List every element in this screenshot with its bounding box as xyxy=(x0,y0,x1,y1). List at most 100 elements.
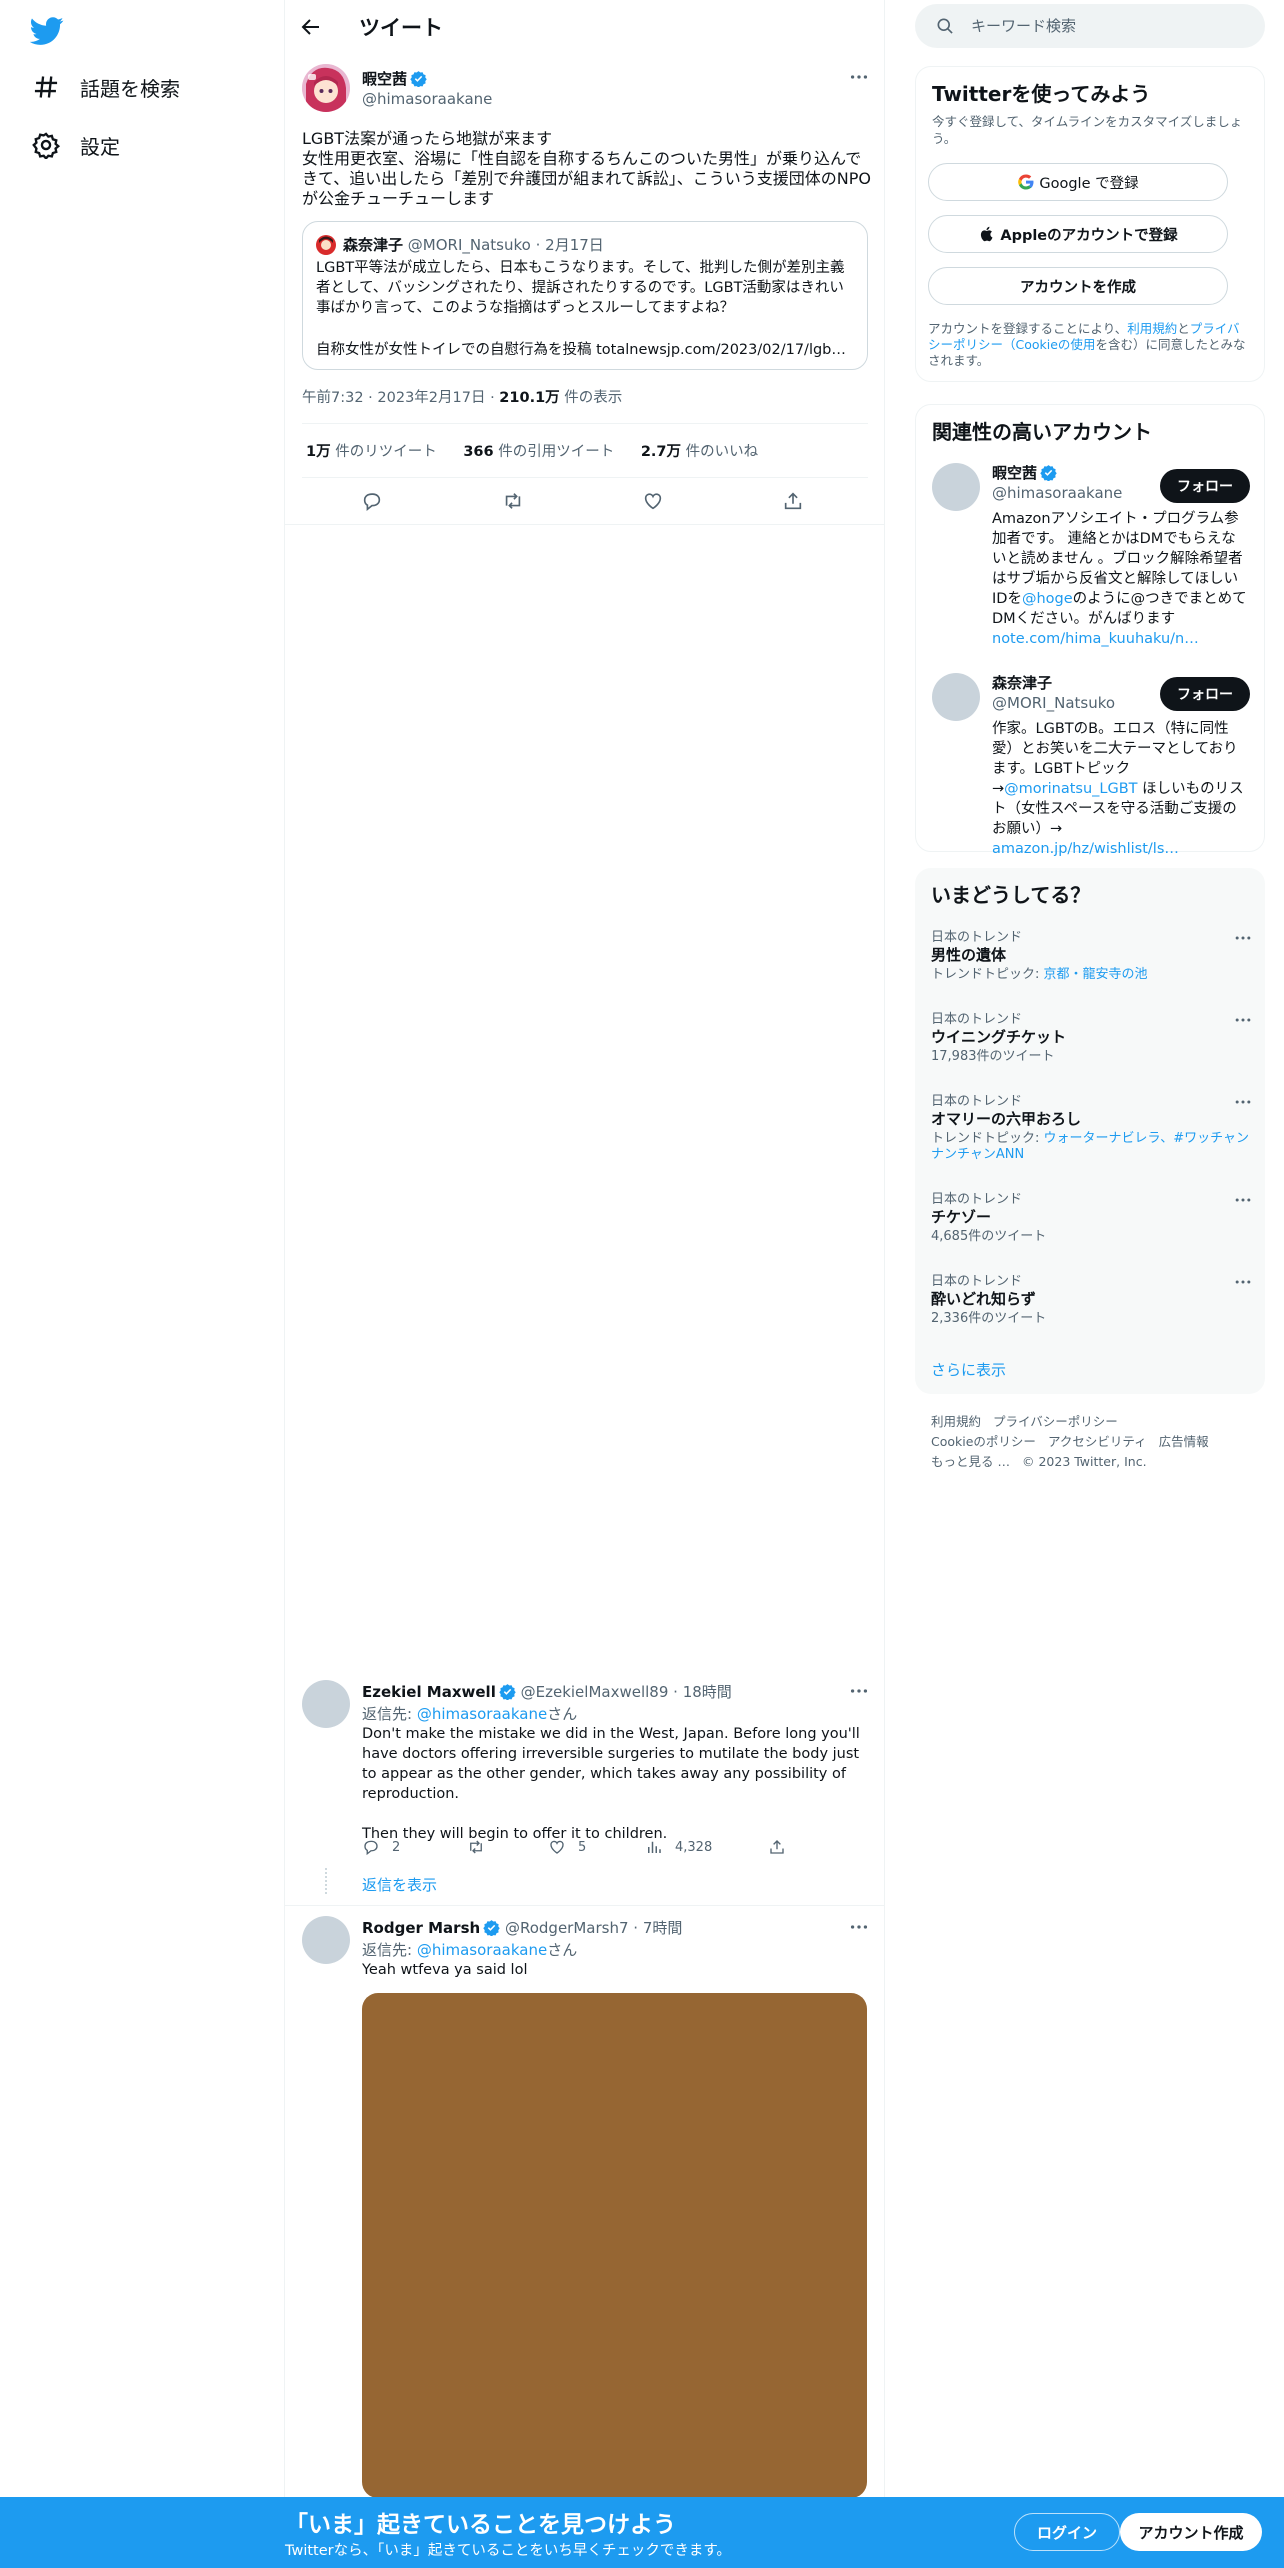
reply-reply-button[interactable]: 2 xyxy=(362,1838,400,1856)
reply-to-handle[interactable]: @himasoraakane xyxy=(417,1705,547,1723)
like-count[interactable]: 2.7万 件のいいね xyxy=(641,444,758,460)
reply-author-name[interactable]: Rodger Marsh xyxy=(362,1919,480,1937)
related-accounts-panel: 関連性の高いアカウント 暇空茜 @himasoraakane フォロー Amaz… xyxy=(915,404,1265,857)
follow-button[interactable]: フォロー xyxy=(1160,469,1250,503)
divider xyxy=(302,477,868,478)
more-icon[interactable] xyxy=(1233,1092,1253,1112)
gear-icon xyxy=(32,131,60,159)
reply-author-handle[interactable]: @RodgerMarsh7 xyxy=(505,1919,629,1937)
apple-signup-label: Appleのアカウントで登録 xyxy=(1000,227,1178,244)
trend-name[interactable]: 酔いどれ知らず xyxy=(931,1288,1036,1309)
reply-time[interactable]: 18時間 xyxy=(683,1683,732,1701)
footer-more-link[interactable]: もっと見る … xyxy=(931,1454,1010,1469)
reply-like-button[interactable]: 5 xyxy=(548,1838,586,1856)
related-handle[interactable]: @himasoraakane xyxy=(992,484,1122,502)
related-name[interactable]: 森奈津子 xyxy=(992,672,1052,693)
author-avatar[interactable] xyxy=(302,64,350,112)
signup-terms: アカウントを登録することにより、利用規約とプライバシーポリシー（Cookieの使… xyxy=(928,321,1246,368)
more-icon[interactable] xyxy=(1233,1272,1253,1292)
related-handle[interactable]: @MORI_Natsuko xyxy=(992,694,1115,712)
share-icon[interactable] xyxy=(782,490,804,512)
reply-retweet-button[interactable] xyxy=(467,1838,497,1856)
trend-subtitle: トレンドトピック: ウォーターナビレラ、#ワッチャンナンチャンANN xyxy=(931,1131,1250,1162)
apple-signup-button[interactable]: Appleのアカウントで登録 xyxy=(928,215,1228,253)
show-more-trends-link[interactable]: さらに表示 xyxy=(931,1359,1006,1380)
like-icon[interactable] xyxy=(642,490,664,512)
reply-to-handle[interactable]: @himasoraakane xyxy=(417,1941,547,1959)
trend-subtitle: トレンドトピック: 京都・龍安寺の池 xyxy=(931,967,1148,982)
quote-date: 2月17日 xyxy=(545,236,604,254)
signup-button[interactable]: アカウント作成 xyxy=(1120,2513,1262,2551)
quote-avatar xyxy=(316,235,336,255)
more-icon[interactable] xyxy=(848,1680,870,1702)
more-icon[interactable] xyxy=(848,1916,870,1938)
google-signup-button[interactable]: Google で登録 xyxy=(928,163,1228,201)
bio-mention-link[interactable]: @hoge xyxy=(1022,591,1073,607)
bio-url-link[interactable]: amazon.jp/hz/wishlist/ls… xyxy=(992,841,1179,857)
footer-terms-link[interactable]: 利用規約 xyxy=(931,1414,981,1429)
footer-ads-link[interactable]: 広告情報 xyxy=(1159,1434,1209,1449)
terms-link[interactable]: 利用規約 xyxy=(1127,321,1177,336)
related-avatar[interactable] xyxy=(932,673,980,721)
reply-share-button[interactable] xyxy=(768,1838,798,1856)
trend-category: 日本のトレンド xyxy=(931,1094,1023,1109)
quoted-tweet[interactable]: 森奈津子 @MORI_Natsuko · 2月17日 LGBT平等法が成立したら… xyxy=(302,221,868,370)
nav-settings[interactable]: 設定 xyxy=(32,125,120,165)
author-name[interactable]: 暇空茜 xyxy=(362,68,427,89)
more-icon[interactable] xyxy=(1233,928,1253,948)
footer-copyright: © 2023 Twitter, Inc. xyxy=(1021,1454,1147,1469)
bottom-bar-subtitle: Twitterなら、「いま」起きていることをいち早くチェックできます。 xyxy=(285,2543,731,2559)
quote-text: LGBT平等法が成立したら、日本もこうなります。そして、批判した側が差別主義者と… xyxy=(316,260,845,316)
reply-author-handle[interactable]: @EzekielMaxwell89 xyxy=(521,1683,669,1701)
search-box[interactable] xyxy=(915,4,1265,48)
reply-media-image[interactable] xyxy=(362,1993,867,2498)
reply-author-name[interactable]: Ezekiel Maxwell xyxy=(362,1683,496,1701)
quote-count[interactable]: 366 件の引用ツイート xyxy=(463,444,614,460)
divider xyxy=(285,524,885,525)
quote-link[interactable]: totalnewsjp.com/2023/02/17/lgb… xyxy=(596,342,846,358)
back-arrow-icon[interactable] xyxy=(299,15,323,39)
hashtag-icon xyxy=(32,73,60,101)
reply-views-button[interactable]: 4,328 xyxy=(645,1838,712,1856)
bio-url-link[interactable]: note.com/hima_kuuhaku/n… xyxy=(992,631,1199,647)
google-signup-label: Google で登録 xyxy=(1039,175,1139,192)
trend-name[interactable]: オマリーの六甲おろし xyxy=(931,1108,1081,1129)
trend-subtitle: 4,685件のツイート xyxy=(931,1229,1047,1244)
nav-explore[interactable]: 話題を検索 xyxy=(32,67,180,107)
tweet-views: 210.1万 xyxy=(499,390,560,406)
reply-to-line: 返信先: @himasoraakaneさん xyxy=(362,1941,578,1959)
tweet-date[interactable]: 2023年2月17日 xyxy=(377,390,485,406)
related-name[interactable]: 暇空茜 xyxy=(992,462,1057,483)
twitter-logo-icon[interactable] xyxy=(30,14,64,48)
login-button[interactable]: ログイン xyxy=(1014,2513,1120,2551)
retweet-icon[interactable] xyxy=(502,490,524,512)
bottom-bar-title: 「いま」起きていることを見つけよう xyxy=(285,2512,676,2538)
related-avatar[interactable] xyxy=(932,463,980,511)
footer-accessibility-link[interactable]: アクセシビリティ xyxy=(1048,1434,1147,1449)
show-replies-link[interactable]: 返信を表示 xyxy=(362,1874,437,1895)
retweet-count[interactable]: 1万 件のリツイート xyxy=(306,444,437,460)
tweet-time[interactable]: 午前7:32 xyxy=(302,390,364,406)
trend-name[interactable]: ウイニングチケット xyxy=(931,1026,1066,1047)
reply-avatar[interactable] xyxy=(302,1680,350,1728)
more-icon[interactable] xyxy=(1233,1190,1253,1210)
apple-icon xyxy=(978,225,1000,243)
author-handle[interactable]: @himasoraakane xyxy=(362,90,492,108)
follow-button[interactable]: フォロー xyxy=(1160,677,1250,711)
footer-privacy-link[interactable]: プライバシーポリシー xyxy=(993,1414,1118,1429)
search-input[interactable] xyxy=(971,13,1251,39)
reply-time[interactable]: 7時間 xyxy=(643,1919,683,1937)
bio-mention-link[interactable]: @morinatsu_LGBT xyxy=(1004,781,1137,797)
trend-name[interactable]: チケゾー xyxy=(931,1206,991,1227)
reply-icon[interactable] xyxy=(361,490,383,512)
search-icon xyxy=(935,16,955,36)
more-icon[interactable] xyxy=(1233,1010,1253,1030)
reply-avatar[interactable] xyxy=(302,1916,350,1964)
more-icon[interactable] xyxy=(848,66,870,88)
create-account-button[interactable]: アカウントを作成 xyxy=(928,267,1228,305)
trend-name[interactable]: 男性の遺体 xyxy=(931,944,1006,965)
trends-panel: いまどうしてる？ 日本のトレンド 男性の遺体 トレンドトピック: 京都・龍安寺の… xyxy=(915,868,1265,1394)
trend-topic-link[interactable]: 京都・龍安寺の池 xyxy=(1044,967,1148,982)
footer-cookie-link[interactable]: Cookieのポリシー xyxy=(931,1434,1036,1449)
quote-author-name: 森奈津子 xyxy=(343,236,404,254)
